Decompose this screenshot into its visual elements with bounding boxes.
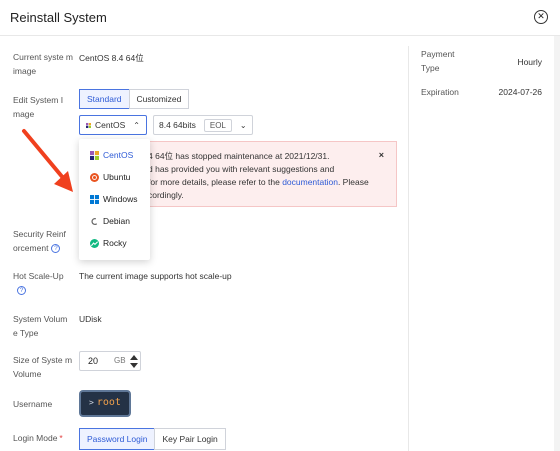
- chevron-up-icon: ⌃: [133, 120, 140, 130]
- dropdown-item-debian[interactable]: Debian: [79, 210, 150, 232]
- dropdown-item-label: CentOS: [103, 150, 134, 160]
- alert-line-3-text: for more details, please refer to the: [148, 177, 283, 187]
- alert-line-3-suffix: . Please: [337, 177, 369, 187]
- login-mode-label: Login Mode *: [13, 431, 83, 445]
- alert-line-3: for more details, please refer to the do…: [148, 176, 369, 189]
- volume-size-unit: GB: [114, 356, 126, 365]
- volume-size-stepper[interactable]: 20 GB: [79, 351, 141, 371]
- alert-line-2: d has provided you with relevant suggest…: [148, 164, 335, 174]
- alert-line-1: 4 64位 has stopped maintenance at 2021/12…: [148, 151, 330, 161]
- alert-line-4: cordingly.: [148, 190, 184, 200]
- centos-icon: [86, 122, 92, 128]
- expiration-label: Expiration: [421, 87, 459, 97]
- edit-image-label: Edit System I mage: [13, 95, 64, 119]
- login-mode-toggle: Password Login Key Pair Login: [79, 428, 226, 450]
- modal-title: Reinstall System: [10, 10, 107, 25]
- key-pair-login-button[interactable]: Key Pair Login: [154, 428, 226, 450]
- scrollbar[interactable]: [554, 36, 560, 451]
- modal-header: Reinstall System ✕: [0, 0, 560, 36]
- decrement-icon[interactable]: [130, 363, 138, 368]
- hot-scale-label-text: Hot Scale-Up: [13, 271, 64, 281]
- tab-standard[interactable]: Standard: [79, 89, 130, 109]
- debian-icon: [91, 217, 98, 225]
- alert-close-icon[interactable]: ×: [379, 149, 384, 162]
- dropdown-item-label: Debian: [103, 216, 130, 226]
- documentation-link[interactable]: documentation: [282, 177, 338, 187]
- dropdown-item-rocky[interactable]: Rocky: [79, 232, 150, 254]
- ubuntu-icon: [90, 172, 99, 182]
- help-icon[interactable]: ?: [51, 244, 61, 254]
- hot-scale-value: The current image supports hot scale-up: [79, 271, 232, 281]
- eol-badge: EOL: [203, 118, 232, 132]
- increment-icon[interactable]: [130, 355, 138, 360]
- dropdown-item-label: Rocky: [103, 238, 127, 248]
- os-dropdown-menu: CentOS Ubuntu Windows Debian Rocky: [79, 139, 150, 260]
- dropdown-item-label: Ubuntu: [103, 172, 131, 182]
- current-image-value: CentOS 8.4 64位: [79, 53, 144, 63]
- payment-type-label: Payment Type: [421, 49, 455, 73]
- username-input[interactable]: > root: [79, 390, 131, 417]
- volume-size-label: Size of Syste m Volume: [13, 355, 73, 379]
- volume-type-value: UDisk: [79, 314, 102, 324]
- tab-customized[interactable]: Customized: [128, 89, 190, 109]
- version-select-value: 8.4 64bits: [159, 120, 196, 130]
- volume-size-value[interactable]: 20: [88, 356, 98, 366]
- os-select[interactable]: CentOS ⌃: [79, 115, 147, 135]
- hot-scale-label: Hot Scale-Up?: [13, 269, 73, 297]
- required-mark: *: [59, 433, 63, 443]
- payment-type-value: Hourly: [517, 57, 542, 67]
- dropdown-item-label: Windows: [103, 194, 138, 204]
- login-mode-label-text: Login Mode: [13, 433, 58, 443]
- password-login-button[interactable]: Password Login: [79, 428, 156, 450]
- os-select-value: CentOS: [95, 120, 126, 130]
- dropdown-item-windows[interactable]: Windows: [79, 188, 150, 210]
- image-type-tabs: Standard Customized: [79, 89, 190, 109]
- chevron-down-icon: ⌄: [239, 120, 247, 130]
- centos-icon: [90, 150, 99, 160]
- column-divider: [408, 46, 409, 451]
- security-label: Security Reinf orcement?: [13, 227, 73, 255]
- username-value: root: [96, 397, 121, 408]
- help-icon[interactable]: ?: [17, 286, 26, 296]
- close-icon[interactable]: ✕: [534, 10, 548, 24]
- version-select[interactable]: 8.4 64bits EOL ⌄: [153, 115, 253, 135]
- rocky-icon: [90, 238, 99, 248]
- volume-type-label: System Volum e Type: [13, 314, 68, 338]
- expiration-value: 2024-07-26: [498, 87, 542, 97]
- dropdown-item-ubuntu[interactable]: Ubuntu: [79, 166, 150, 188]
- red-arrow-annotation: [22, 129, 73, 192]
- windows-icon: [90, 194, 99, 204]
- dropdown-item-centos[interactable]: CentOS: [79, 144, 150, 166]
- username-label: Username: [13, 399, 53, 409]
- current-image-label: Current syste m image: [13, 52, 73, 76]
- prompt-icon: >: [89, 398, 94, 407]
